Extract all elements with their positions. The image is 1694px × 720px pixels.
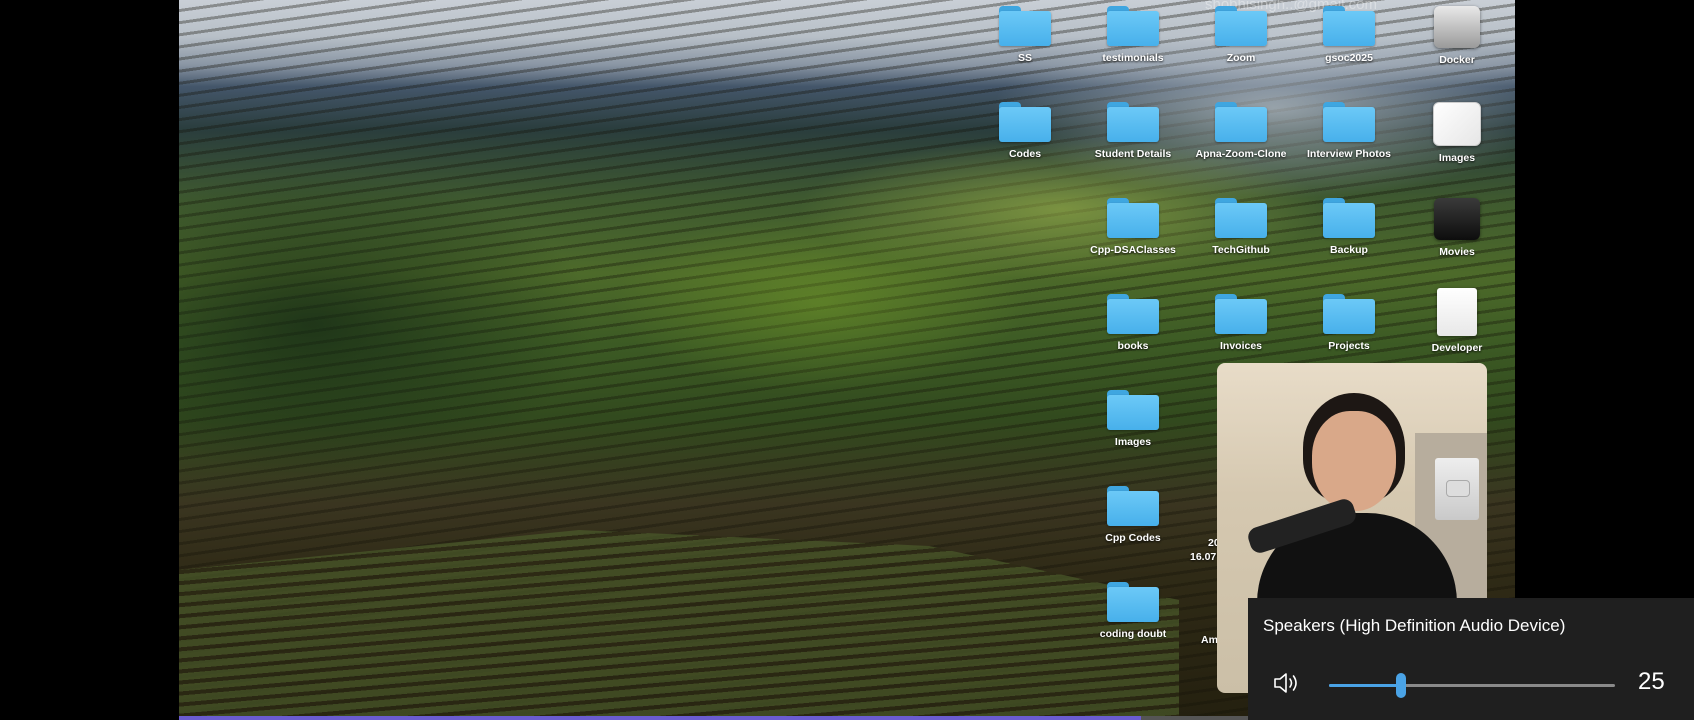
folder-icon: [999, 102, 1051, 142]
partial-label: 16.07: [1190, 551, 1217, 563]
desktop-icon-cpp-codes[interactable]: Cpp Codes: [1083, 486, 1183, 544]
desktop-icon-images-file[interactable]: Images: [1407, 102, 1507, 164]
folder-icon: [1215, 102, 1267, 142]
youtube-play-button-award: [1435, 458, 1479, 520]
folder-icon: [1215, 294, 1267, 334]
volume-slider[interactable]: [1329, 673, 1615, 698]
audio-device-name[interactable]: Speakers (High Definition Audio Device): [1263, 616, 1565, 636]
desktop-icon-backup[interactable]: Backup: [1299, 198, 1399, 256]
speaker-icon[interactable]: [1272, 670, 1304, 696]
folder-icon: [1215, 6, 1267, 46]
folder-icon: [1323, 294, 1375, 334]
desktop-icon-testimonials[interactable]: testimonials: [1083, 6, 1183, 64]
docker-app-icon: [1434, 6, 1480, 48]
desktop-icon-interview-photos[interactable]: Interview Photos: [1299, 102, 1399, 160]
volume-slider-thumb[interactable]: [1396, 673, 1406, 698]
partial-label: Am: [1201, 634, 1218, 646]
presenter-face: [1312, 411, 1396, 511]
desktop-icon-books[interactable]: books: [1083, 294, 1183, 352]
folder-icon: [1107, 486, 1159, 526]
folder-icon: [1107, 390, 1159, 430]
images-file-icon: [1433, 102, 1481, 146]
folder-icon: [999, 6, 1051, 46]
desktop-icon-zoom[interactable]: Zoom: [1191, 6, 1291, 64]
desktop-icon-apna-zoom-clone[interactable]: Apna-Zoom-Clone: [1191, 102, 1291, 160]
desktop-icon-techgithub[interactable]: TechGithub: [1191, 198, 1291, 256]
desktop-icon-invoices[interactable]: Invoices: [1191, 294, 1291, 352]
desktop-icon-cpp-dsaclasses[interactable]: Cpp-DSAClasses: [1083, 198, 1183, 256]
desktop-icon-codes[interactable]: Codes: [975, 102, 1075, 160]
volume-slider-fill: [1329, 684, 1401, 687]
folder-icon: [1107, 294, 1159, 334]
folder-icon: [1107, 198, 1159, 238]
desktop-icon-projects[interactable]: Projects: [1299, 294, 1399, 352]
desktop-icon-docker[interactable]: Docker: [1407, 6, 1507, 66]
folder-icon: [1323, 6, 1375, 46]
volume-flyout: Speakers (High Definition Audio Device) …: [1248, 598, 1694, 720]
desktop-icon-ss[interactable]: SS: [975, 6, 1075, 64]
desktop-icon-movies[interactable]: Movies: [1407, 198, 1507, 258]
folder-icon: [1107, 6, 1159, 46]
volume-level-value: 25: [1638, 668, 1665, 695]
desktop-icon-coding-doubt[interactable]: coding doubt: [1083, 582, 1183, 640]
movies-file-icon: [1434, 198, 1480, 240]
desktop-icon-student-details[interactable]: Student Details: [1083, 102, 1183, 160]
desktop-icon-images-folder[interactable]: Images: [1083, 390, 1183, 448]
folder-icon: [1107, 102, 1159, 142]
folder-icon: [1323, 198, 1375, 238]
desktop-icon-developer[interactable]: Developer: [1407, 288, 1507, 354]
folder-icon: [1215, 198, 1267, 238]
folder-icon: [1323, 102, 1375, 142]
folder-icon: [1107, 582, 1159, 622]
java-file-icon: [1437, 288, 1477, 336]
desktop-icon-gsoc2025[interactable]: gsoc2025: [1299, 6, 1399, 64]
